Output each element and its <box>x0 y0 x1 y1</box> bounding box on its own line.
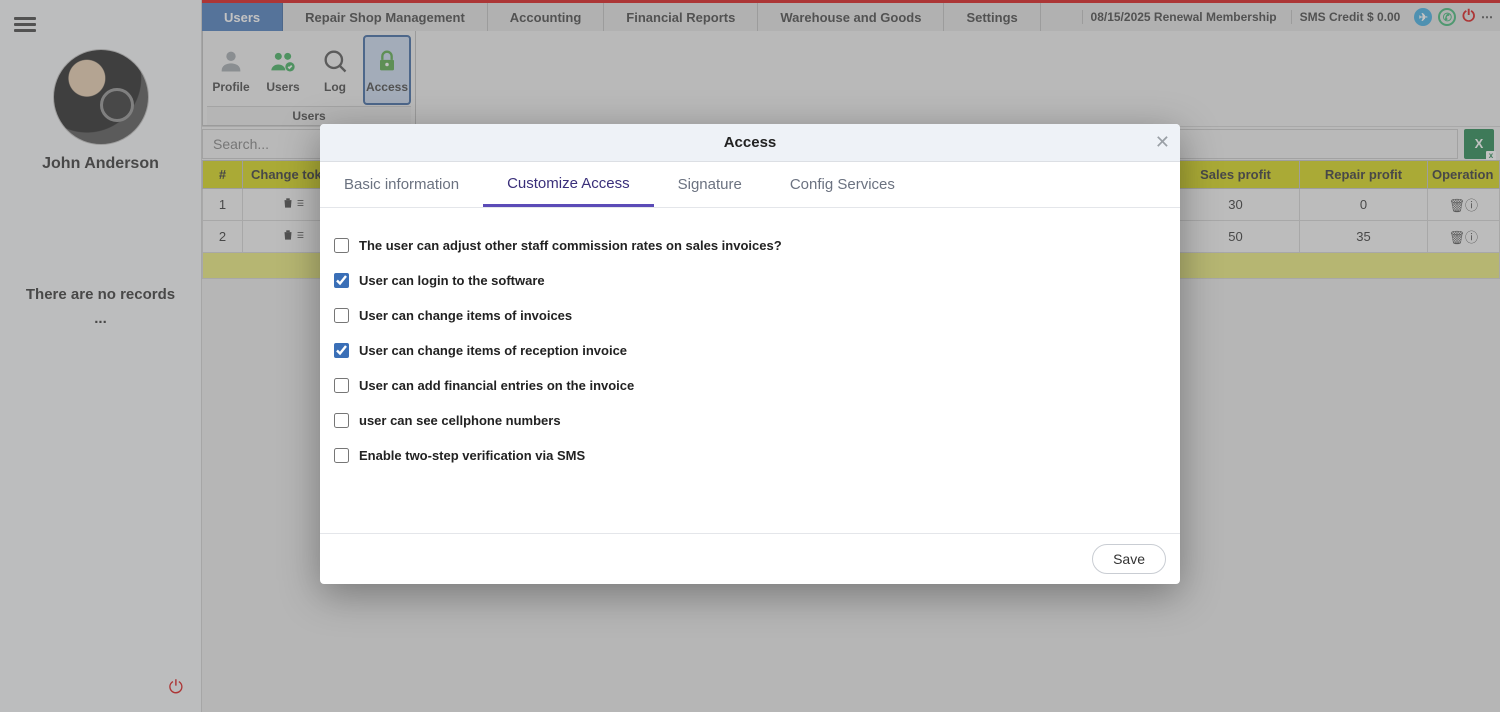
permission-label: User can change items of invoices <box>359 308 572 323</box>
permission-row[interactable]: User can add financial entries on the in… <box>334 368 1166 403</box>
close-icon[interactable]: ✕ <box>1155 132 1170 153</box>
modal-tabs: Basic informationCustomize AccessSignatu… <box>320 162 1180 208</box>
permission-checkbox[interactable] <box>334 308 349 323</box>
permission-row[interactable]: The user can adjust other staff commissi… <box>334 228 1166 263</box>
modal-header: Access ✕ <box>320 124 1180 162</box>
modal-tab-config-services[interactable]: Config Services <box>766 162 919 207</box>
permission-label: User can add financial entries on the in… <box>359 378 634 393</box>
permission-label: user can see cellphone numbers <box>359 413 561 428</box>
permission-label: The user can adjust other staff commissi… <box>359 238 782 253</box>
modal-title: Access <box>724 134 777 151</box>
permission-row[interactable]: User can change items of invoices <box>334 298 1166 333</box>
access-modal: Access ✕ Basic informationCustomize Acce… <box>320 124 1180 584</box>
save-button[interactable]: Save <box>1092 544 1166 574</box>
modal-tab-signature[interactable]: Signature <box>654 162 766 207</box>
permission-row[interactable]: user can see cellphone numbers <box>334 403 1166 438</box>
modal-footer: Save <box>320 533 1180 584</box>
permission-row[interactable]: Enable two-step verification via SMS <box>334 438 1166 473</box>
permission-row[interactable]: User can login to the software <box>334 263 1166 298</box>
permission-label: Enable two-step verification via SMS <box>359 448 585 463</box>
modal-body: The user can adjust other staff commissi… <box>320 208 1180 533</box>
permission-checkbox[interactable] <box>334 343 349 358</box>
permission-checkbox[interactable] <box>334 378 349 393</box>
modal-tab-customize-access[interactable]: Customize Access <box>483 162 654 207</box>
permission-checkbox[interactable] <box>334 413 349 428</box>
permission-label: User can change items of reception invoi… <box>359 343 627 358</box>
permission-checkbox[interactable] <box>334 448 349 463</box>
permission-checkbox[interactable] <box>334 238 349 253</box>
permission-checkbox[interactable] <box>334 273 349 288</box>
permission-row[interactable]: User can change items of reception invoi… <box>334 333 1166 368</box>
modal-tab-basic-information[interactable]: Basic information <box>320 162 483 207</box>
permission-label: User can login to the software <box>359 273 545 288</box>
